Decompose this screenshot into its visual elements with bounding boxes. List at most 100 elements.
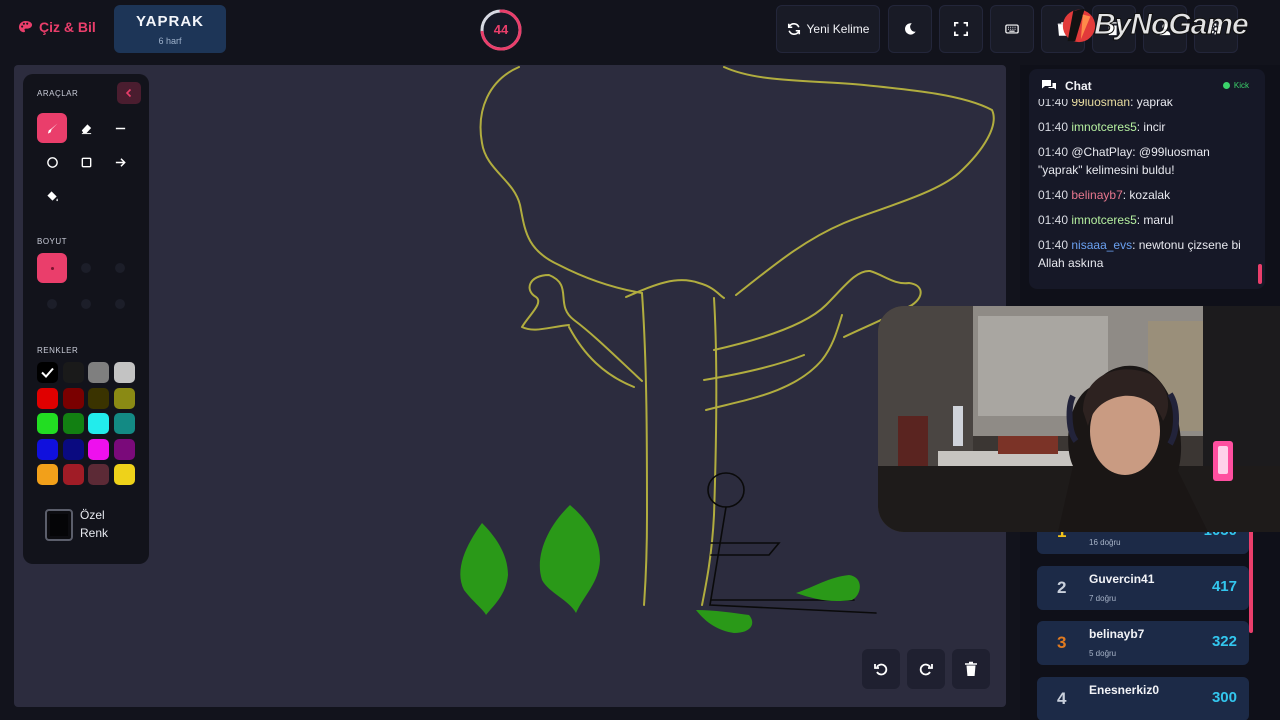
color-swatch[interactable]	[37, 362, 58, 383]
message-time: 01:40	[1038, 238, 1069, 252]
color-swatch[interactable]	[113, 362, 135, 383]
size-option[interactable]	[81, 299, 91, 309]
palette-icon	[18, 20, 33, 32]
color-swatch[interactable]	[88, 413, 109, 434]
redo-button[interactable]	[907, 649, 945, 689]
message-time: 01:40	[1038, 188, 1069, 202]
player-name: belinayb7	[1089, 627, 1145, 641]
leaderboard-row: 3 belinayb7 5 doğru 322	[1037, 621, 1249, 665]
word-box: YAPRAK 6 harf	[114, 5, 226, 53]
chat-messages: 01:40 99luosman: yaprak 01:40 imnotceres5…	[1038, 99, 1250, 287]
secret-word: YAPRAK	[136, 13, 204, 30]
eraser-tool[interactable]	[71, 113, 101, 143]
watermark-text: ByNoGame	[1094, 8, 1250, 42]
chat-message: 01:40 nisaaa_evs: newtonu çizsene bi All…	[1038, 236, 1250, 272]
rank-number: 4	[1057, 689, 1067, 708]
color-swatch[interactable]	[88, 387, 109, 409]
color-swatch[interactable]	[37, 413, 58, 434]
chat-message: 01:40 imnotceres5: incir	[1038, 118, 1250, 136]
color-swatch[interactable]	[37, 387, 58, 409]
countdown-timer: 44	[479, 8, 523, 52]
size-option[interactable]	[81, 263, 91, 273]
clear-canvas-button[interactable]	[952, 649, 990, 689]
color-swatch[interactable]	[113, 464, 135, 485]
custom-color-picker[interactable]	[45, 509, 73, 541]
size-option[interactable]	[115, 263, 125, 273]
color-swatch[interactable]	[113, 387, 135, 409]
undo-button[interactable]	[862, 649, 900, 689]
keyboard-button[interactable]	[990, 5, 1034, 53]
size-small-option[interactable]	[37, 253, 67, 283]
new-word-label: Yeni Kelime	[806, 22, 870, 36]
chat-bubbles-icon	[1042, 80, 1056, 90]
chat-message: 01:40 belinayb7: kozalak	[1038, 186, 1250, 204]
message-time: 01:40	[1038, 145, 1069, 159]
chat-scrollbar[interactable]	[1258, 264, 1262, 284]
color-swatch[interactable]	[62, 413, 84, 434]
square-tool[interactable]	[71, 147, 101, 177]
color-swatch[interactable]	[88, 464, 109, 485]
circle-icon	[46, 156, 58, 168]
message-text: : yaprak	[1130, 99, 1173, 109]
message-username[interactable]: @ChatPlay	[1071, 145, 1132, 159]
message-username[interactable]: belinayb7	[1071, 188, 1122, 202]
brush-icon	[47, 122, 58, 134]
chevron-left-icon	[125, 88, 132, 98]
platform-label: Kick	[1233, 81, 1249, 90]
color-swatch[interactable]	[37, 438, 58, 460]
webcam-overlay	[878, 306, 1280, 532]
chat-message: 01:40 imnotceres5: marul	[1038, 211, 1250, 229]
fill-bucket-icon	[46, 190, 58, 201]
message-username[interactable]: imnotceres5	[1071, 120, 1136, 134]
size-option[interactable]	[47, 299, 57, 309]
collapse-panel-button[interactable]	[117, 82, 141, 104]
size-option[interactable]	[115, 299, 125, 309]
arrow-icon	[115, 157, 126, 167]
brand-logo[interactable]: Çiz & Bil	[18, 19, 96, 35]
tools-section-title: ARAÇLAR	[37, 89, 79, 98]
color-swatch[interactable]	[62, 362, 84, 383]
watermark-logo: ByNoGame	[1060, 2, 1280, 48]
message-text: : kozalak	[1122, 188, 1171, 202]
color-swatch[interactable]	[62, 464, 84, 485]
trash-icon	[965, 661, 977, 676]
fill-tool[interactable]	[37, 181, 67, 211]
colors-section-title: RENKLER	[37, 346, 79, 355]
rank-number: 2	[1057, 578, 1067, 597]
chat-panel: Chat Kick 01:40 99luosman: yaprak 01:40 i…	[1029, 69, 1265, 289]
eraser-icon	[81, 123, 91, 134]
moon-icon	[905, 23, 916, 35]
leaderboard-scrollbar[interactable]	[1249, 527, 1253, 633]
webcam-image	[878, 306, 1280, 532]
color-swatch[interactable]	[88, 362, 109, 383]
color-swatch[interactable]	[62, 438, 84, 460]
color-swatch[interactable]	[113, 438, 135, 460]
undo-icon	[874, 663, 888, 676]
arrow-tool[interactable]	[105, 147, 135, 177]
player-score: 300	[1211, 689, 1237, 706]
line-tool[interactable]	[105, 113, 135, 143]
color-swatch[interactable]	[113, 413, 135, 434]
circle-tool[interactable]	[37, 147, 67, 177]
color-swatch[interactable]	[37, 464, 58, 485]
message-username[interactable]: nisaaa_evs	[1071, 238, 1132, 252]
brush-tool[interactable]	[37, 113, 67, 143]
new-word-button[interactable]: Yeni Kelime	[776, 5, 880, 53]
dark-mode-button[interactable]	[888, 5, 932, 53]
drawing-canvas[interactable]	[14, 65, 1006, 707]
color-swatch[interactable]	[62, 387, 84, 409]
square-icon	[81, 157, 91, 167]
fullscreen-icon	[954, 22, 968, 36]
fullscreen-button[interactable]	[939, 5, 983, 53]
message-time: 01:40	[1038, 213, 1069, 227]
message-text: : newtonu çizsene bi Allah askına	[1038, 238, 1241, 270]
message-username[interactable]: 99luosman	[1071, 99, 1130, 109]
player-name: Guvercin41	[1089, 572, 1155, 586]
tools-panel: ARAÇLAR BOYUT RENKLER Özel Renk	[23, 74, 149, 564]
size-dot	[50, 266, 54, 270]
color-swatch[interactable]	[88, 438, 109, 460]
message-username[interactable]: imnotceres5	[1071, 213, 1136, 227]
correct-count: 5 doğru	[1089, 649, 1117, 658]
rank-number: 3	[1057, 633, 1067, 652]
message-text: : marul	[1136, 213, 1174, 227]
